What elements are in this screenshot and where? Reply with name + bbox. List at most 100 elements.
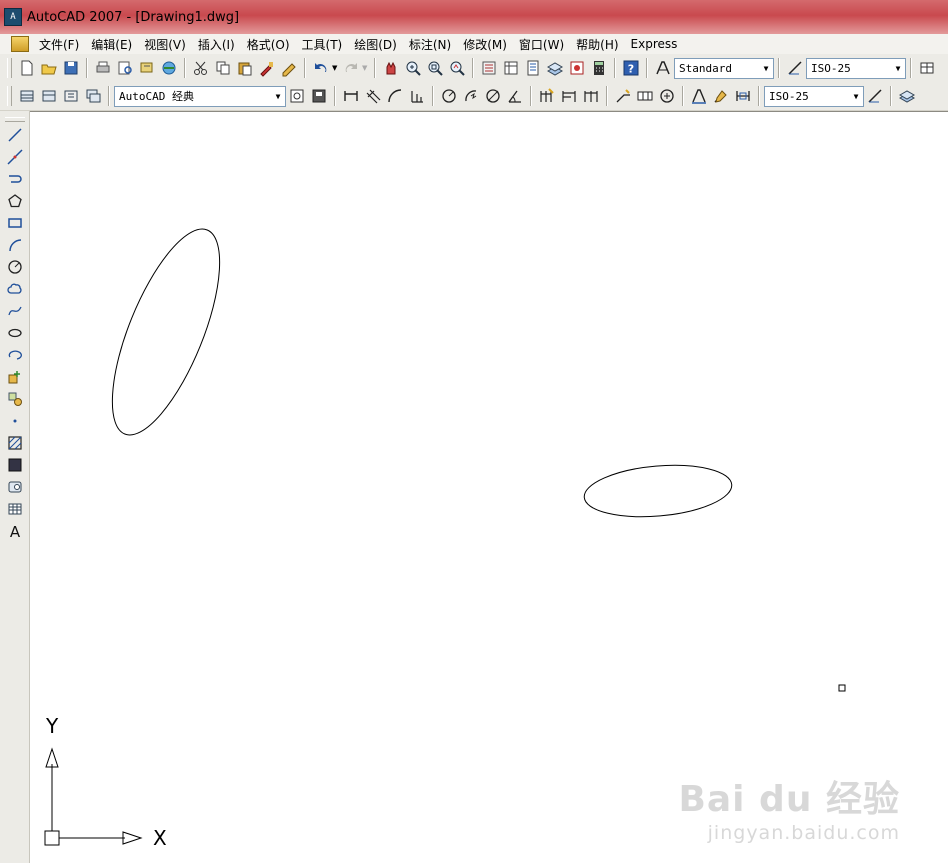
chevron-down-icon[interactable]: ▼ <box>891 64 905 73</box>
ellipse-arc-icon[interactable] <box>0 344 29 366</box>
baseline-dimension-icon[interactable] <box>558 85 580 107</box>
drawing-area[interactable] <box>30 112 948 864</box>
point-icon[interactable] <box>0 410 29 432</box>
chevron-down-icon[interactable]: ▼ <box>271 92 285 101</box>
table-icon[interactable] <box>0 498 29 520</box>
menu-tools[interactable]: 工具(T) <box>297 36 350 53</box>
construction-line-icon[interactable] <box>0 146 29 168</box>
spline-icon[interactable] <box>0 300 29 322</box>
tolerance-icon[interactable] <box>634 85 656 107</box>
block-editor-icon[interactable] <box>278 57 300 79</box>
layers-icon[interactable] <box>896 85 918 107</box>
undo-dropdown-icon[interactable]: ▼ <box>332 64 340 72</box>
dimension-edit-icon[interactable] <box>688 85 710 107</box>
workspace-select[interactable]: AutoCAD 经典 ▼ <box>114 85 286 107</box>
hatch-icon[interactable] <box>0 432 29 454</box>
polygon-icon[interactable] <box>0 190 29 212</box>
plot-icon[interactable] <box>92 57 114 79</box>
menu-insert[interactable]: 插入(I) <box>193 36 242 53</box>
dimension-style-select[interactable]: ISO-25 ▼ <box>806 57 906 79</box>
ordinate-dimension-icon[interactable] <box>406 85 428 107</box>
publish-icon[interactable] <box>136 57 158 79</box>
chevron-down-icon[interactable]: ▼ <box>849 92 863 101</box>
chevron-down-icon[interactable]: ▼ <box>759 64 773 73</box>
tool-palettes-icon[interactable] <box>522 57 544 79</box>
document-menu-icon[interactable] <box>11 36 29 52</box>
text-style-icon[interactable] <box>652 57 674 79</box>
ellipse-shape-2[interactable] <box>582 460 734 523</box>
revision-cloud-icon[interactable] <box>0 278 29 300</box>
toolbar-grip[interactable] <box>7 86 12 106</box>
properties-icon[interactable] <box>478 57 500 79</box>
sheet-set-manager-icon[interactable] <box>544 57 566 79</box>
menu-dimension[interactable]: 标注(N) <box>404 36 458 53</box>
paste-icon[interactable] <box>234 57 256 79</box>
drawing-canvas[interactable]: Y X Bai du 经验 jingyan.baidu.com <box>30 111 948 864</box>
dimension-style-select-2[interactable]: ISO-25 ▼ <box>764 85 864 107</box>
layer-states-icon[interactable] <box>82 85 104 107</box>
zoom-window-icon[interactable] <box>424 57 446 79</box>
new-icon[interactable] <box>16 57 38 79</box>
markup-set-manager-icon[interactable] <box>566 57 588 79</box>
quick-dimension-icon[interactable] <box>536 85 558 107</box>
dimension-style-icon[interactable] <box>784 57 806 79</box>
polyline-icon[interactable] <box>0 168 29 190</box>
rectangle-icon[interactable] <box>0 212 29 234</box>
arc-icon[interactable] <box>0 234 29 256</box>
aligned-dimension-icon[interactable] <box>362 85 384 107</box>
multiline-text-icon[interactable]: A <box>0 520 29 542</box>
quickcalc-icon[interactable] <box>588 57 610 79</box>
menu-help[interactable]: 帮助(H) <box>571 36 625 53</box>
diameter-dimension-icon[interactable] <box>482 85 504 107</box>
toolbar-grip[interactable] <box>7 58 12 78</box>
zoom-previous-icon[interactable] <box>446 57 468 79</box>
region-icon[interactable] <box>0 476 29 498</box>
workspace-settings-icon[interactable] <box>286 85 308 107</box>
ellipse-shape-1[interactable] <box>90 216 241 448</box>
dimension-style-manager-icon[interactable] <box>864 85 886 107</box>
copy-icon[interactable] <box>212 57 234 79</box>
gradient-icon[interactable] <box>0 454 29 476</box>
continue-dimension-icon[interactable] <box>580 85 602 107</box>
open-icon[interactable] <box>38 57 60 79</box>
menu-view[interactable]: 视图(V) <box>139 36 193 53</box>
circle-icon[interactable] <box>0 256 29 278</box>
zoom-realtime-icon[interactable] <box>402 57 424 79</box>
ellipse-icon[interactable] <box>0 322 29 344</box>
menu-edit[interactable]: 编辑(E) <box>86 36 139 53</box>
menu-format[interactable]: 格式(O) <box>242 36 297 53</box>
layer-current-icon[interactable] <box>38 85 60 107</box>
layer-properties-icon[interactable] <box>16 85 38 107</box>
linear-dimension-icon[interactable] <box>340 85 362 107</box>
match-properties-icon[interactable] <box>256 57 278 79</box>
dimension-text-edit-icon[interactable] <box>710 85 732 107</box>
menu-file[interactable]: 文件(F) <box>34 36 86 53</box>
save-icon[interactable] <box>60 57 82 79</box>
menu-modify[interactable]: 修改(M) <box>458 36 514 53</box>
undo-icon[interactable] <box>310 57 332 79</box>
layer-previous-icon[interactable] <box>60 85 82 107</box>
table-style-icon[interactable] <box>916 57 938 79</box>
dimension-update-icon[interactable] <box>732 85 754 107</box>
angular-dimension-icon[interactable] <box>504 85 526 107</box>
line-icon[interactable] <box>0 124 29 146</box>
autocad-app-icon[interactable]: A <box>4 8 22 26</box>
design-center-icon[interactable] <box>500 57 522 79</box>
make-block-icon[interactable] <box>0 388 29 410</box>
toolbar-grip[interactable] <box>4 117 25 122</box>
publish-web-icon[interactable] <box>158 57 180 79</box>
save-workspace-icon[interactable] <box>308 85 330 107</box>
radius-dimension-icon[interactable] <box>438 85 460 107</box>
plot-preview-icon[interactable] <box>114 57 136 79</box>
menu-draw[interactable]: 绘图(D) <box>349 36 404 53</box>
center-mark-icon[interactable] <box>656 85 678 107</box>
menu-window[interactable]: 窗口(W) <box>514 36 571 53</box>
arc-length-icon[interactable] <box>384 85 406 107</box>
jogged-dimension-icon[interactable] <box>460 85 482 107</box>
text-style-select[interactable]: Standard ▼ <box>674 57 774 79</box>
pan-icon[interactable] <box>380 57 402 79</box>
insert-block-icon[interactable] <box>0 366 29 388</box>
cut-icon[interactable] <box>190 57 212 79</box>
menu-express[interactable]: Express <box>626 37 685 51</box>
help-icon[interactable]: ? <box>620 57 642 79</box>
